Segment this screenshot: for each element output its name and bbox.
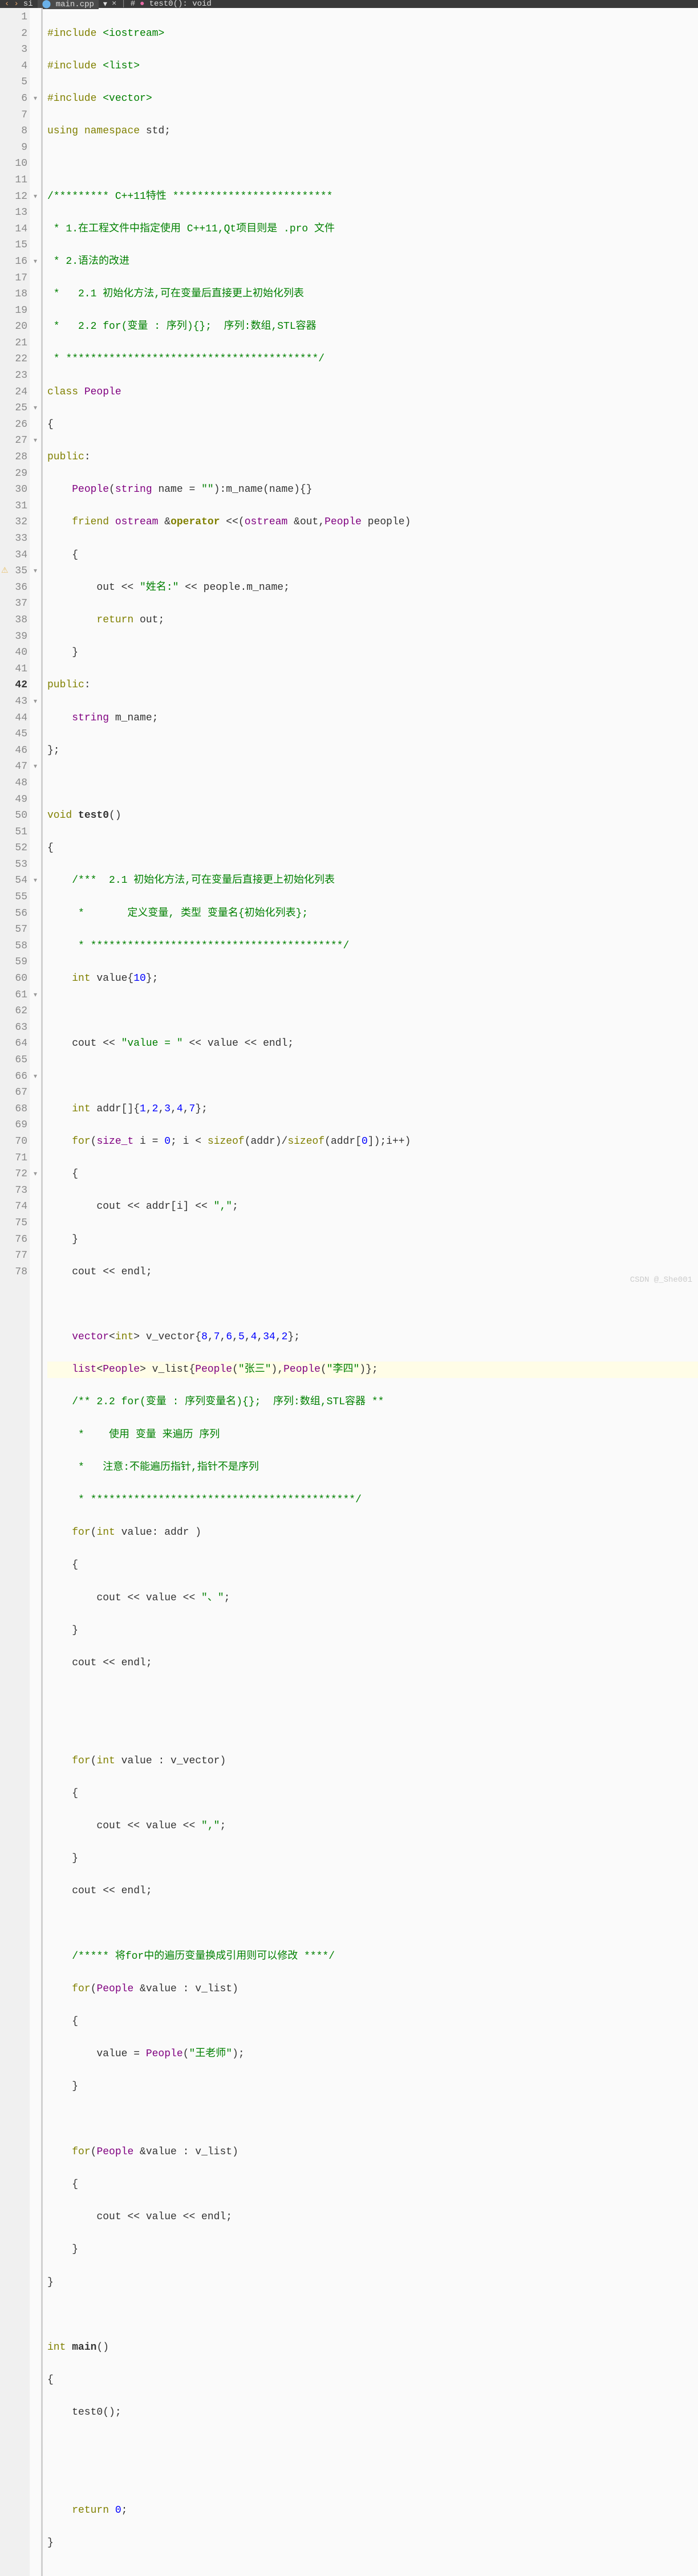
code-line[interactable]: /** 2.2 for(变量 : 序列变量名){}; 序列:数组,STL容器 *… — [47, 1394, 698, 1411]
code-line[interactable]: /***** 将for中的遍历变量换成引用则可以修改 ****/ — [47, 1949, 698, 1965]
code-line[interactable]: #include <vector> — [47, 91, 698, 107]
code-line[interactable]: public: — [47, 449, 698, 466]
code-line[interactable]: void test0() — [47, 808, 698, 824]
line-number-gutter: 1234567891011121314151617181920212223242… — [0, 8, 30, 2576]
code-line[interactable]: * **************************************… — [47, 351, 698, 368]
code-line[interactable]: } — [47, 2535, 698, 2551]
code-editor[interactable]: 1234567891011121314151617181920212223242… — [0, 8, 698, 2576]
fold-column — [30, 8, 41, 2576]
code-line[interactable]: * 2.2 for(变量 : 序列){}; 序列:数组,STL容器 — [47, 319, 698, 335]
code-line[interactable]: cout << endl; — [47, 1264, 698, 1281]
code-line[interactable]: * **************************************… — [47, 1492, 698, 1509]
code-line-current[interactable]: list<People> v_list{People("张三"),People(… — [47, 1362, 698, 1378]
breadcrumb-hash-icon: # — [131, 0, 135, 9]
code-line[interactable]: * 定义变量, 类型 变量名{初始化列表}; — [47, 906, 698, 922]
code-line[interactable]: test0(); — [47, 2404, 698, 2421]
code-line[interactable]: public: — [47, 677, 698, 694]
code-line[interactable]: cout << value << ","; — [47, 1818, 698, 1835]
nav-back-icon[interactable]: ‹ — [5, 0, 9, 9]
code-line[interactable]: return out; — [47, 612, 698, 629]
code-line[interactable] — [47, 1069, 698, 1085]
code-line[interactable]: * **************************************… — [47, 938, 698, 955]
code-line[interactable]: { — [47, 1557, 698, 1574]
code-line[interactable]: { — [47, 1166, 698, 1183]
code-line[interactable]: cout << value << endl; — [47, 2209, 698, 2226]
code-line[interactable] — [47, 2112, 698, 2128]
code-line[interactable]: /*** 2.1 初始化方法,可在变量后直接更上初始化列表 — [47, 873, 698, 889]
code-line[interactable]: for(int value: addr ) — [47, 1525, 698, 1541]
code-line[interactable]: } — [47, 645, 698, 661]
tab-prefix: si — [23, 0, 33, 9]
code-area[interactable]: #include <iostream> #include <list> #inc… — [43, 8, 698, 2576]
code-line[interactable] — [47, 1688, 698, 1704]
code-line[interactable] — [47, 1297, 698, 1313]
code-line[interactable]: #include <iostream> — [47, 26, 698, 42]
code-line[interactable]: } — [47, 2241, 698, 2258]
code-line[interactable]: string m_name; — [47, 710, 698, 727]
code-line[interactable]: #include <list> — [47, 58, 698, 75]
code-line[interactable]: { — [47, 2372, 698, 2388]
code-line[interactable]: { — [47, 417, 698, 433]
code-line[interactable]: for(People &value : v_list) — [47, 1981, 698, 1998]
code-line[interactable]: } — [47, 1851, 698, 1867]
code-line[interactable]: int addr[]{1,2,3,4,7}; — [47, 1101, 698, 1118]
close-icon[interactable]: × — [112, 0, 116, 9]
code-line[interactable]: class People — [47, 384, 698, 401]
code-line[interactable]: } — [47, 1623, 698, 1639]
code-line[interactable] — [47, 2437, 698, 2453]
code-line[interactable] — [47, 1720, 698, 1737]
separator: | — [121, 0, 125, 9]
code-line[interactable]: int main() — [47, 2339, 698, 2356]
code-line[interactable]: /********* C++11特性 *********************… — [47, 189, 698, 205]
top-bar: ‹ › si ⬤ main.cpp ▾ × | # ● test0(): voi… — [0, 0, 698, 8]
code-line[interactable]: using namespace std; — [47, 123, 698, 140]
code-line[interactable] — [47, 156, 698, 172]
code-line[interactable]: } — [47, 1232, 698, 1248]
code-line[interactable] — [47, 775, 698, 792]
code-line[interactable]: * 2.1 初始化方法,可在变量后直接更上初始化列表 — [47, 286, 698, 303]
nav-forward-icon[interactable]: › — [14, 0, 18, 9]
watermark: CSDN @_She001 — [630, 1275, 692, 1285]
code-line[interactable]: for(People &value : v_list) — [47, 2144, 698, 2161]
code-line[interactable]: return 0; — [47, 2502, 698, 2519]
code-line[interactable] — [47, 2470, 698, 2487]
code-line[interactable]: vector<int> v_vector{8,7,6,5,4,34,2}; — [47, 1329, 698, 1346]
code-line[interactable]: { — [47, 1786, 698, 1802]
code-line[interactable]: cout << "value = " << value << endl; — [47, 1036, 698, 1052]
code-line[interactable]: * 使用 变量 来遍历 序列 — [47, 1427, 698, 1444]
code-line[interactable]: for(int value : v_vector) — [47, 1753, 698, 1770]
code-line[interactable]: cout << addr[i] << ","; — [47, 1199, 698, 1215]
code-line[interactable]: { — [47, 547, 698, 564]
code-line[interactable] — [47, 1915, 698, 1932]
code-line[interactable]: friend ostream &operator <<(ostream &out… — [47, 514, 698, 531]
function-icon: ● — [140, 0, 144, 9]
code-line[interactable]: }; — [47, 743, 698, 759]
breadcrumb-function[interactable]: test0(): void — [149, 0, 212, 9]
code-line[interactable]: int value{10}; — [47, 971, 698, 987]
code-line[interactable]: { — [47, 840, 698, 857]
code-line[interactable]: * 注意:不能遍历指针,指针不是序列 — [47, 1460, 698, 1476]
code-line[interactable]: * 2.语法的改进 — [47, 254, 698, 270]
code-line[interactable]: cout << endl; — [47, 1883, 698, 1900]
code-line[interactable]: out << "姓名:" << people.m_name; — [47, 580, 698, 596]
code-line[interactable]: cout << endl; — [47, 1655, 698, 1672]
code-line[interactable] — [47, 2307, 698, 2324]
code-line[interactable]: * 1.在工程文件中指定使用 C++11,Qt项目则是 .pro 文件 — [47, 221, 698, 238]
code-line[interactable]: } — [47, 2275, 698, 2291]
code-line[interactable]: cout << value << "、"; — [47, 1590, 698, 1607]
code-line[interactable]: { — [47, 2176, 698, 2193]
code-line[interactable]: People(string name = ""):m_name(name){} — [47, 482, 698, 498]
code-line[interactable] — [47, 1003, 698, 1020]
code-line[interactable]: value = People("王老师"); — [47, 2046, 698, 2063]
code-line[interactable]: for(size_t i = 0; i < sizeof(addr)/sizeo… — [47, 1134, 698, 1150]
code-line[interactable]: } — [47, 2078, 698, 2095]
code-line[interactable]: { — [47, 2013, 698, 2030]
